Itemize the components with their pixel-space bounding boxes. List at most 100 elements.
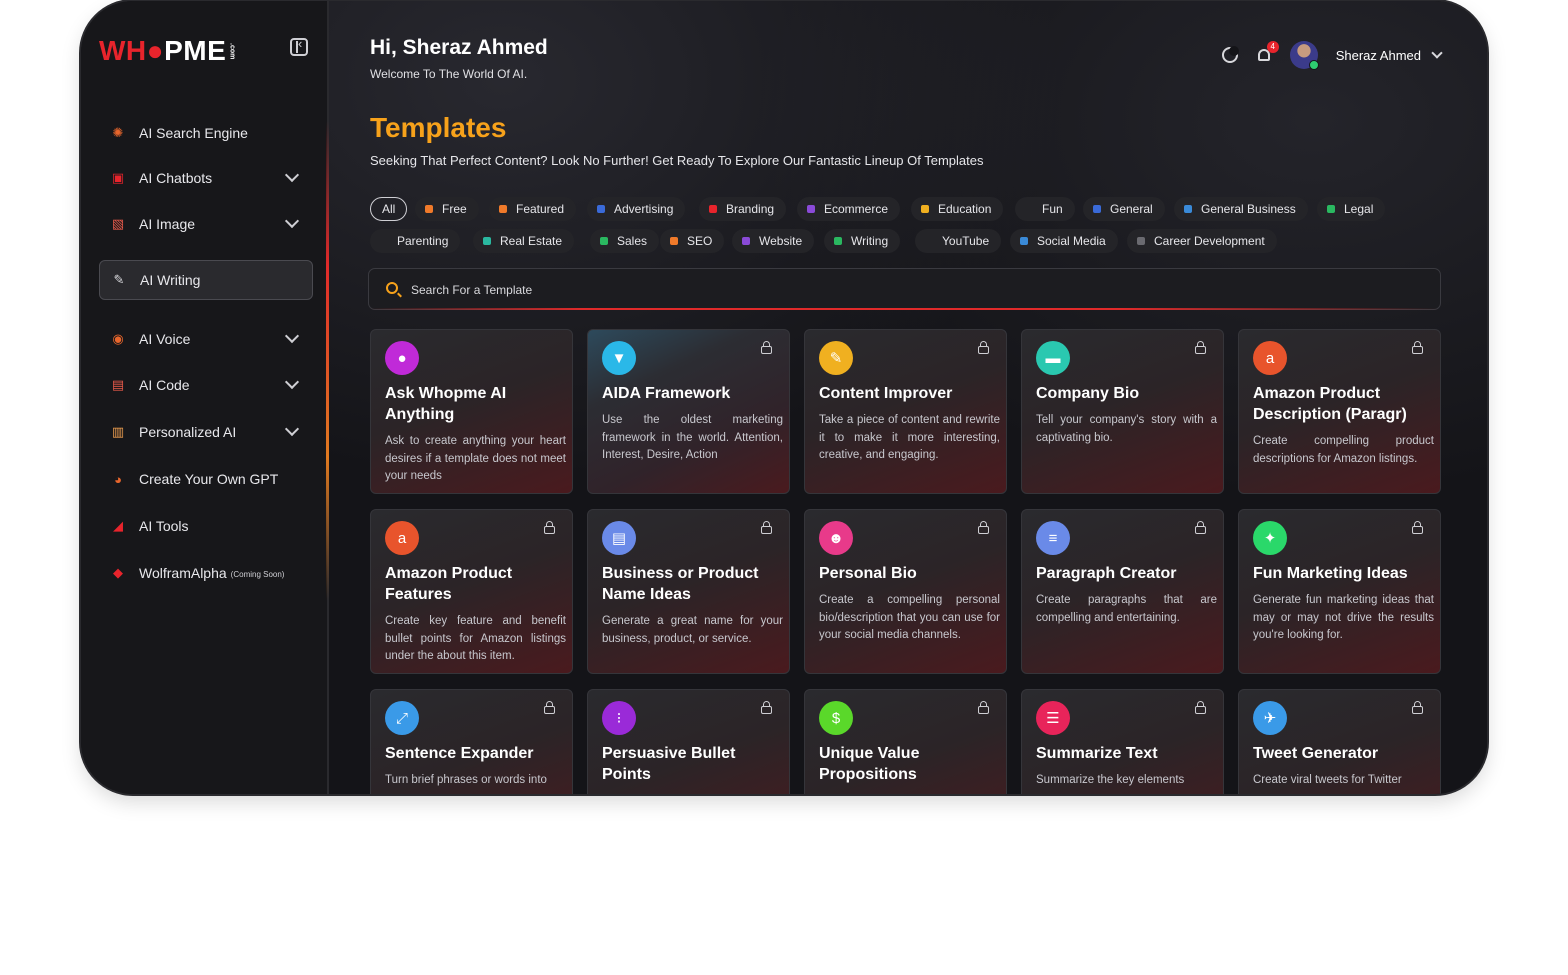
filter-chip-sales[interactable]: Sales <box>590 229 660 253</box>
template-card[interactable]: ⤢ Sentence Expander Turn brief phrases or … <box>370 689 573 794</box>
sidebar-item-1[interactable]: ▣ AI Chatbots <box>99 158 313 198</box>
template-card[interactable]: ✦ Fun Marketing Ideas Generate fun marketi… <box>1238 509 1441 674</box>
search-bar[interactable] <box>368 268 1441 310</box>
sidebar-item-0[interactable]: ✺ AI Search Engine <box>99 113 313 153</box>
sidebar-item-5[interactable]: ▤ AI Code <box>99 365 313 405</box>
collapse-sidebar-icon[interactable] <box>290 36 308 56</box>
filter-chip-social-media[interactable]: Social Media <box>1010 229 1118 253</box>
template-description: Take a piece of content and rewrite it t… <box>819 414 1000 461</box>
header-actions: 4 Sheraz Ahmed <box>1221 41 1443 70</box>
filter-chip-general[interactable]: General <box>1083 197 1165 221</box>
tools-icon: ◢ <box>113 518 123 533</box>
category-icon <box>709 205 717 213</box>
lock-icon <box>1195 521 1206 534</box>
filter-chip-fun[interactable]: Fun <box>1015 197 1075 221</box>
template-card[interactable]: a Amazon Product Features Create key featu… <box>370 509 573 674</box>
template-description: Tell your company's story with a captiva… <box>1036 414 1217 444</box>
logo-suffix: .com <box>228 42 236 60</box>
sidebar-item-label: Create Your Own GPT <box>139 471 279 487</box>
filter-chip-advertising[interactable]: Advertising <box>587 197 686 221</box>
chevron-down-icon[interactable] <box>284 213 300 229</box>
logo-text-b: PME <box>164 35 227 66</box>
chevron-down-icon[interactable] <box>284 328 300 344</box>
sidebar-item-9[interactable]: ◆ WolframAlpha (Coming Soon) <box>99 553 313 593</box>
template-title: Personal Bio <box>819 565 917 582</box>
filter-chip-all[interactable]: All <box>370 197 408 221</box>
filter-label: All <box>382 202 396 216</box>
template-card[interactable]: ☰ Summarize Text Summarize the key element… <box>1021 689 1224 794</box>
template-card[interactable]: ☻ Personal Bio Create a compelling persona… <box>804 509 1007 674</box>
logo[interactable]: WH●PME .com <box>99 35 235 67</box>
category-icon <box>1093 205 1101 213</box>
filter-chip-featured[interactable]: Featured <box>489 197 577 221</box>
filter-chip-legal[interactable]: Legal <box>1317 197 1386 221</box>
sidebar-item-7[interactable]: ◕ Create Your Own GPT <box>99 459 313 499</box>
filter-chip-writing[interactable]: Writing <box>824 229 901 253</box>
filter-chip-website[interactable]: Website <box>732 229 815 253</box>
user-name[interactable]: Sheraz Ahmed <box>1336 48 1421 63</box>
bullet-list-icon: ⁝ <box>602 701 636 735</box>
filter-chip-education[interactable]: Education <box>911 197 1004 221</box>
filter-chip-parenting[interactable]: Parenting <box>370 229 461 253</box>
template-card[interactable]: ▼ AIDA Framework Use the oldest marketing … <box>587 329 790 494</box>
filter-chip-free[interactable]: Free <box>415 197 479 221</box>
filter-label: Social Media <box>1037 234 1106 248</box>
template-card[interactable]: a Amazon Product Description (Paragr) Crea… <box>1238 329 1441 494</box>
lock-icon <box>1412 701 1423 714</box>
template-card[interactable]: ● Ask Whopme AI Anything Ask to create any… <box>370 329 573 494</box>
dark-mode-icon[interactable] <box>1221 46 1239 63</box>
filter-label: YouTube <box>942 234 990 248</box>
template-card[interactable]: ✈ Tweet Generator Create viral tweets for … <box>1238 689 1441 794</box>
template-title: Summarize Text <box>1036 745 1158 762</box>
sidebar-item-label: AI Image <box>139 216 196 232</box>
template-card[interactable]: ▬ Company Bio Tell your company's story wi… <box>1021 329 1224 494</box>
template-title: AIDA Framework <box>602 385 731 402</box>
sidebar-item-label: AI Tools <box>139 518 189 534</box>
page-title: Templates <box>370 112 507 143</box>
template-description: Generate a great name for your business,… <box>602 615 783 645</box>
sidebar-item-8[interactable]: ◢ AI Tools <box>99 506 313 546</box>
chevron-down-icon[interactable] <box>284 167 300 183</box>
sidebar-item-label: AI Voice <box>139 331 191 347</box>
edit-doc-icon: ✎ <box>819 341 853 375</box>
paragraph-icon: ≡ <box>1036 521 1070 555</box>
template-card[interactable]: ✎ Content Improver Take a piece of content… <box>804 329 1007 494</box>
chevron-down-icon[interactable] <box>284 421 300 437</box>
template-card[interactable]: $ Unique Value Propositions <box>804 689 1007 794</box>
search-input[interactable] <box>409 280 1313 300</box>
template-card[interactable]: ▤ Business or Product Name Ideas Generate … <box>587 509 790 674</box>
sidebar-item-3[interactable]: ✎ AI Writing <box>99 260 313 300</box>
filter-chip-branding[interactable]: Branding <box>699 197 787 221</box>
sidebar-item-6[interactable]: ▥ Personalized AI <box>99 412 313 452</box>
category-icon <box>1327 205 1335 213</box>
avatar[interactable] <box>1289 41 1319 70</box>
sidebar-item-4[interactable]: ◉ AI Voice <box>99 319 313 359</box>
sidebar-item-label: AI Chatbots <box>139 170 213 186</box>
chevron-down-icon[interactable] <box>284 374 300 390</box>
filter-label: Free <box>442 202 467 216</box>
template-card[interactable]: ⁝ Persuasive Bullet Points <box>587 689 790 794</box>
lock-icon <box>544 521 555 534</box>
notification-bell-icon[interactable]: 4 <box>1256 41 1279 63</box>
template-title: Sentence Expander <box>385 745 534 762</box>
summary-icon: ☰ <box>1036 701 1070 735</box>
filter-chip-general-business[interactable]: General Business <box>1174 197 1308 221</box>
briefcase-icon: ▬ <box>1036 341 1070 375</box>
template-title: Content Improver <box>819 385 953 402</box>
filter-chip-career-development[interactable]: Career Development <box>1127 229 1277 253</box>
filter-chip-ecommerce[interactable]: Ecommerce <box>797 197 901 221</box>
filter-chip-seo[interactable]: SEO <box>660 229 725 253</box>
template-card[interactable]: ≡ Paragraph Creator Create paragraphs that… <box>1021 509 1224 674</box>
filter-label: Writing <box>851 234 889 248</box>
category-icon <box>600 237 608 245</box>
filter-chip-youtube[interactable]: YouTube <box>915 229 1002 253</box>
template-description: Create viral tweets for Twitter <box>1253 774 1402 786</box>
filter-label: General Business <box>1201 202 1296 216</box>
chevron-down-icon[interactable] <box>1431 47 1443 59</box>
template-title: Business or Product Name Ideas <box>602 565 759 603</box>
sidebar-item-2[interactable]: ▧ AI Image <box>99 204 313 244</box>
template-title: Persuasive Bullet Points <box>602 745 736 783</box>
search-engine-icon: ✺ <box>112 125 124 140</box>
filter-label: Ecommerce <box>824 202 889 216</box>
filter-chip-real-estate[interactable]: Real Estate <box>473 229 575 253</box>
